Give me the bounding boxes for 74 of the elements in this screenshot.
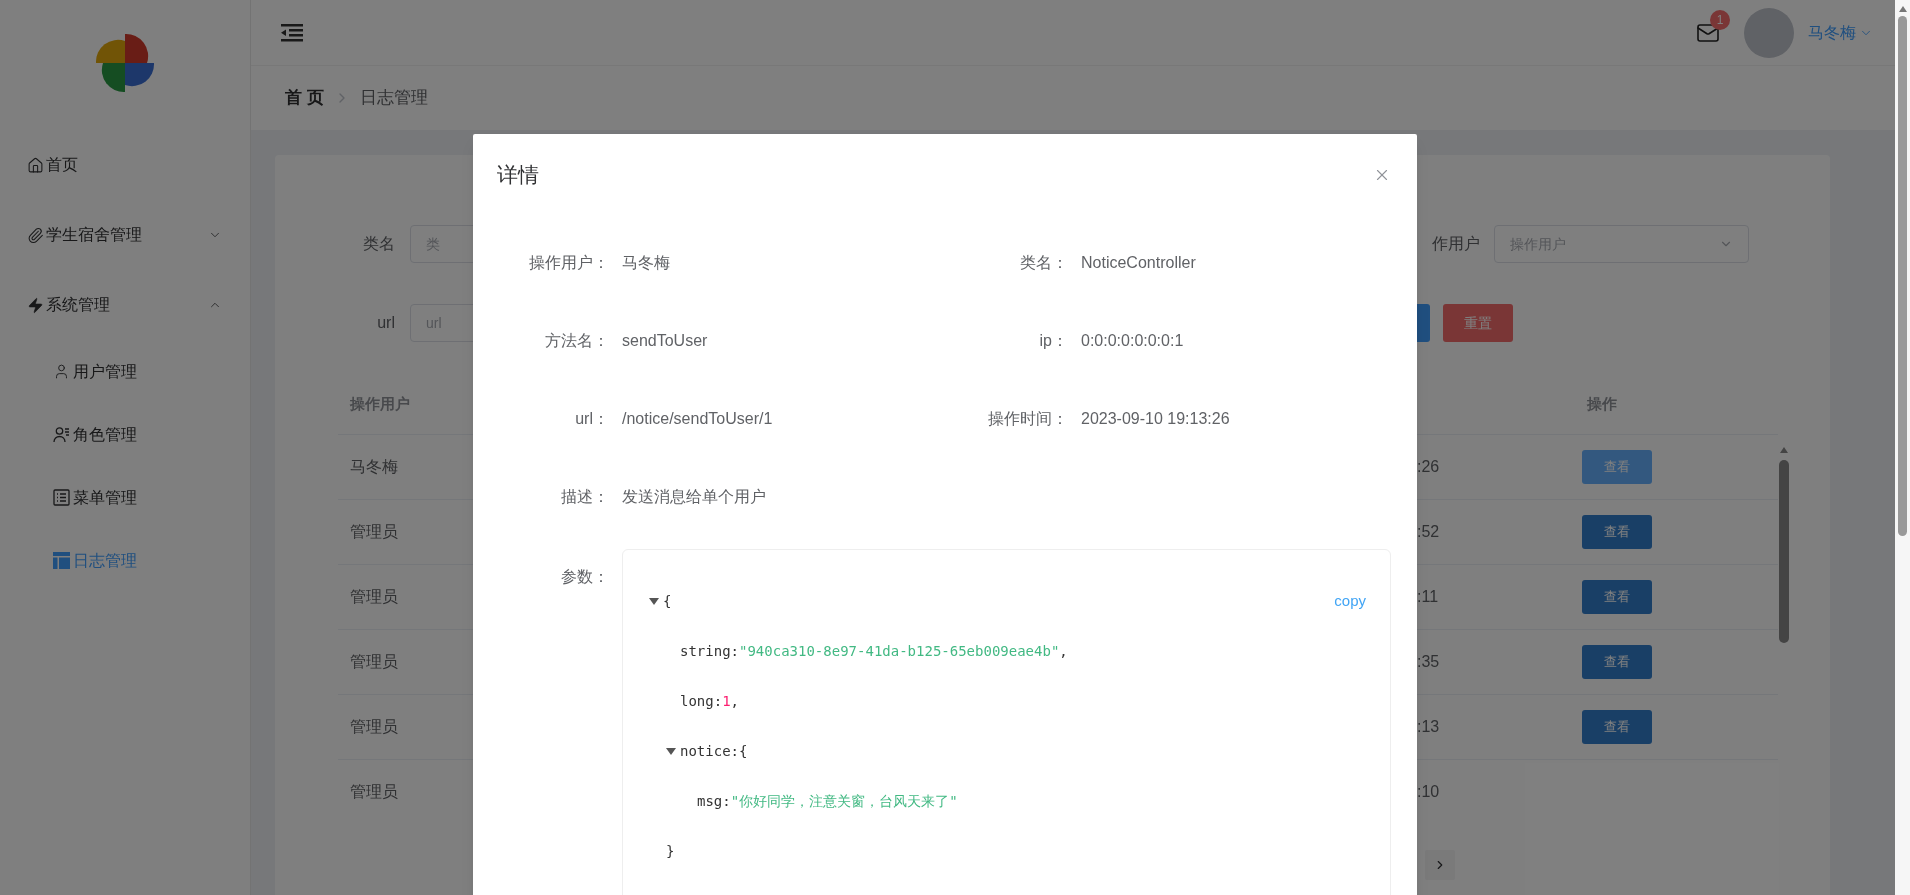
list-icon — [53, 489, 70, 506]
scroll-up-icon[interactable] — [1780, 447, 1788, 453]
home-icon — [27, 156, 44, 174]
breadcrumb-link[interactable]: 首 页 — [285, 85, 324, 111]
json-key: long: — [680, 690, 723, 712]
table-cell-text: 马冬梅 — [350, 457, 398, 477]
field-value: 发送消息给单个用户 — [622, 487, 766, 507]
table-cell-text: :26 — [1417, 457, 1440, 477]
field-label: url： — [574, 409, 609, 429]
table-cell-text: 管理员 — [350, 522, 398, 542]
field-value: sendToUser — [622, 331, 708, 351]
scroll-up-icon[interactable] — [1898, 6, 1907, 12]
field-label: 操作用户： — [528, 253, 609, 273]
table-cell-text: 管理员 — [350, 587, 398, 607]
table-cell-text: 管理员 — [350, 782, 398, 802]
field-value: NoticeController — [1081, 253, 1196, 273]
sidebar-item[interactable]: 系统管理 — [0, 270, 250, 340]
paperclip-icon — [27, 226, 44, 244]
view-button[interactable]: 查看 — [1582, 645, 1652, 679]
field-value: 0:0:0:0:0:0:0:1 — [1081, 331, 1184, 351]
table-cell-text: :35 — [1417, 652, 1440, 672]
sidebar-item[interactable]: 学生宿舍管理 — [0, 200, 250, 270]
table-icon — [53, 552, 70, 569]
table-cell-text: 管理员 — [350, 652, 398, 672]
field-value: /notice/sendToUser/1 — [622, 409, 773, 429]
json-value: "940ca310-8e97-41da-b125-65eb009eae4b" — [739, 641, 1060, 661]
user-icon — [53, 363, 70, 380]
user-menu[interactable]: 马冬梅 — [1808, 20, 1873, 45]
dialog-title: 详情 — [497, 162, 539, 189]
field-label: 描述： — [560, 487, 609, 507]
scrollbar[interactable] — [1895, 0, 1910, 895]
field-label: 方法名： — [544, 331, 609, 351]
sidebar-subitem[interactable]: 日志管理 — [0, 529, 250, 592]
json-bracket: { — [739, 741, 748, 761]
json-key: notice: — [680, 740, 739, 762]
json-bracket: { — [663, 591, 672, 611]
field-label: 类名 — [362, 234, 396, 254]
table-cell-text: 管理员 — [350, 717, 398, 737]
field-label: 操作时间： — [987, 409, 1068, 429]
field-value: 2023-09-10 19:13:26 — [1081, 409, 1230, 429]
user-list-icon — [53, 426, 70, 443]
table-cell-text: :10 — [1417, 782, 1440, 802]
pinwheel-logo — [94, 31, 156, 94]
breadcrumb-current: 日志管理 — [359, 87, 428, 110]
field-label: 作用户 — [1432, 234, 1481, 254]
json-value: 1 — [722, 691, 731, 711]
field-label: url — [376, 313, 396, 333]
table-cell-text: :11 — [1417, 587, 1439, 607]
view-button[interactable]: 查看 — [1582, 450, 1652, 484]
copy-link[interactable]: copy — [1334, 590, 1366, 613]
avatar[interactable] — [1744, 7, 1794, 58]
table-cell-text: :52 — [1417, 522, 1440, 542]
json-key: msg: — [697, 790, 731, 812]
field-label: ip： — [1038, 331, 1068, 351]
reset-button[interactable]: 重置 — [1443, 304, 1513, 342]
sidebar-subitem[interactable]: 菜单管理 — [0, 466, 250, 529]
json-key: string: — [680, 640, 739, 662]
sidebar-subitem[interactable]: 角色管理 — [0, 403, 250, 466]
json-value: "你好同学，注意关窗，台风天来了" — [730, 791, 958, 811]
json-comma: , — [1059, 641, 1068, 661]
field-label: 类名： — [1019, 253, 1068, 273]
field-value: 马冬梅 — [622, 253, 670, 273]
field-label: 参数： — [560, 567, 609, 587]
table-cell-text: :13 — [1417, 717, 1440, 737]
sidebar-item[interactable]: 首页 — [0, 130, 250, 200]
json-bracket: } — [666, 841, 675, 861]
view-button[interactable]: 查看 — [1582, 580, 1652, 614]
lightning-icon — [27, 296, 44, 314]
json-comma: , — [730, 691, 740, 711]
sidebar-subitem[interactable]: 用户管理 — [0, 340, 250, 403]
menu-icon[interactable] — [281, 23, 303, 42]
view-button[interactable]: 查看 — [1582, 515, 1652, 549]
view-button[interactable]: 查看 — [1582, 710, 1652, 744]
notification-badge: 1 — [1710, 9, 1730, 30]
